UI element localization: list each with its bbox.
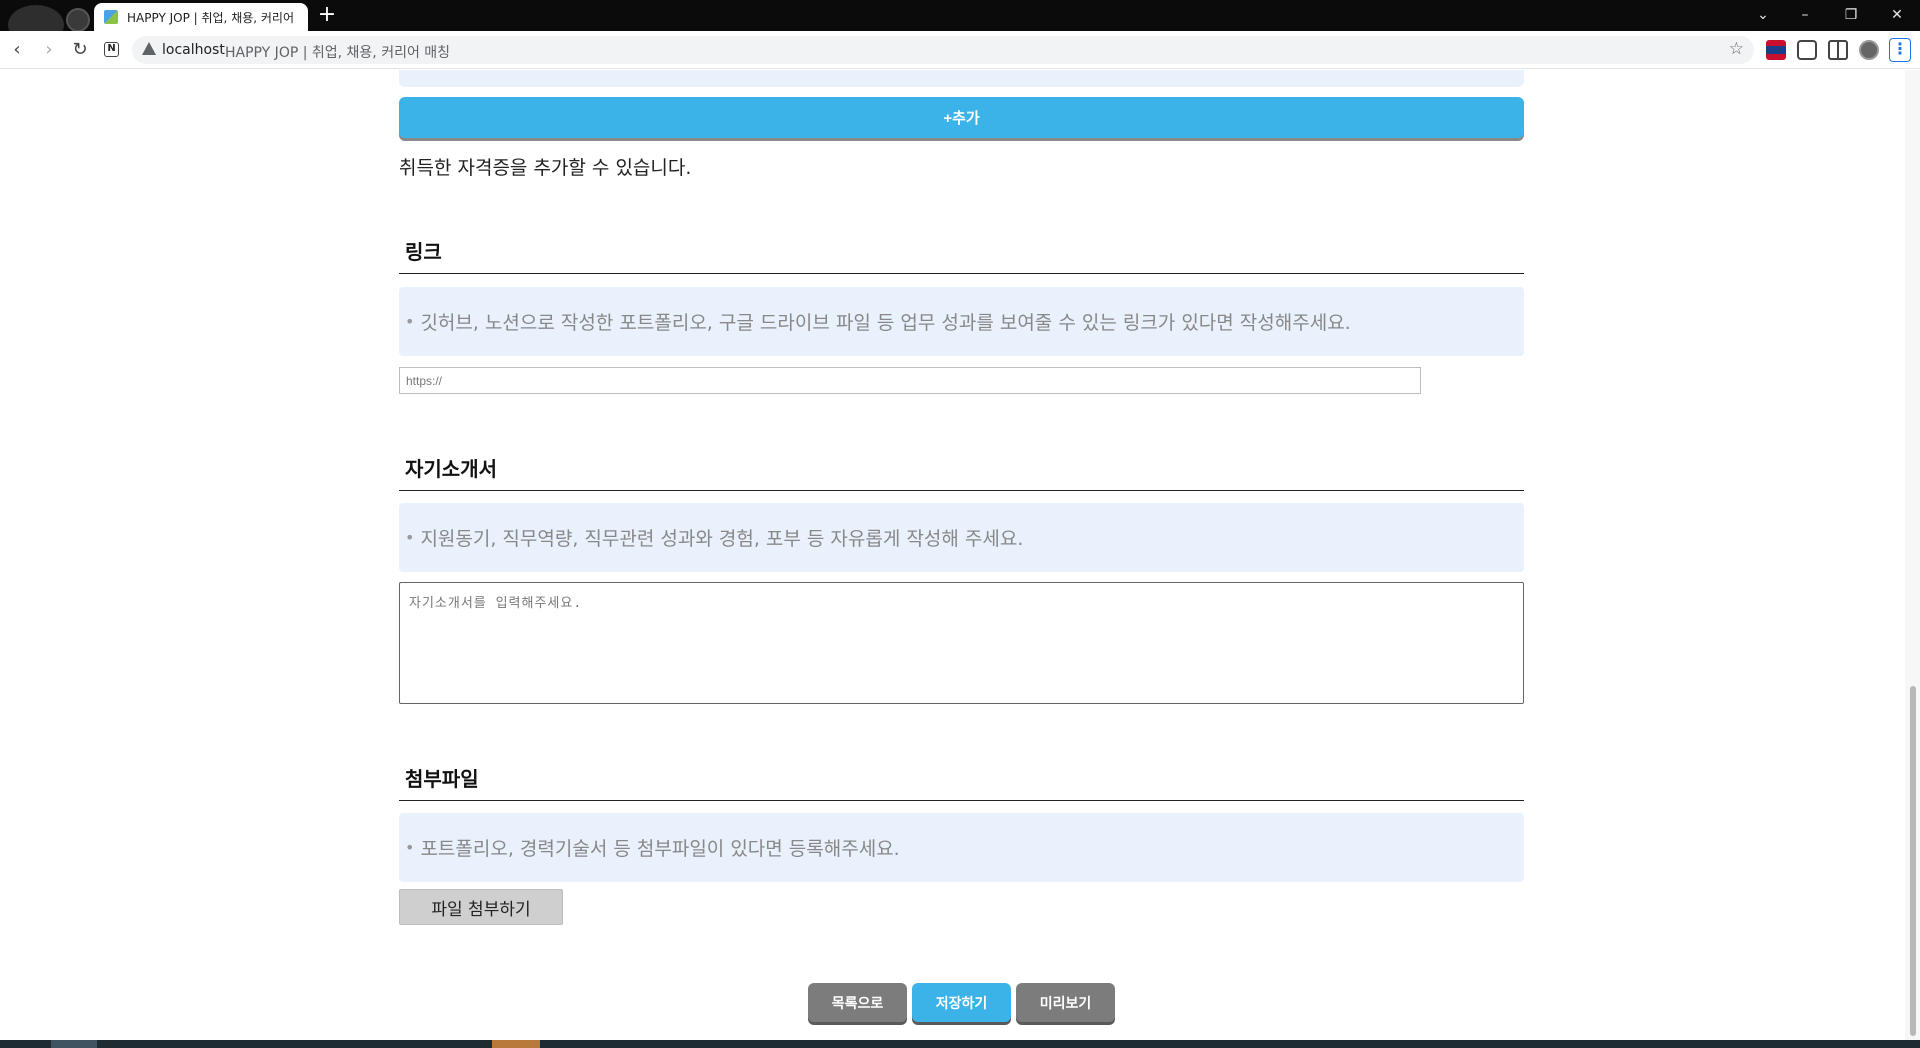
tab-title: HAPPY JOP | 취업, 채용, 커리어 [127,10,295,25]
extension-n-icon[interactable]: N [104,42,119,57]
profile-avatar-icon[interactable] [1859,40,1879,60]
address-page-title: HAPPY JOP | 취업, 채용, 커리어 매칭 [225,45,451,61]
address-bar[interactable]: localhost HAPPY JOP | 취업, 채용, 커리어 매칭 ☆ [132,36,1754,64]
link-guide-box: • 깃허브, 노션으로 작성한 포트폴리오, 구글 드라이브 파일 등 업무 성… [399,287,1524,356]
resume-form-page: +추가 취득한 자격증을 추가할 수 있습니다. 링크 • 깃허브, 노션으로 … [0,70,1920,1040]
os-taskbar [0,1040,1920,1048]
bookmark-star-icon[interactable]: ☆ [1729,39,1744,59]
back-arrow-icon[interactable]: ‹ [5,38,29,62]
taskbar-app[interactable] [51,1040,97,1048]
link-section-title: 링크 [399,237,1524,274]
side-panel-icon[interactable] [1828,40,1848,60]
browser-menu-icon[interactable]: ⋮ [1889,38,1911,62]
new-tab-button[interactable]: + [316,4,338,26]
attachment-guide-text: 포트폴리오, 경력기술서 등 첨부파일이 있다면 등록해주세요. [420,838,900,860]
save-button[interactable]: 저장하기 [912,983,1011,1022]
address-host: localhost [162,42,225,58]
screenshot-extension-icon[interactable] [1797,40,1817,60]
back-to-list-button[interactable]: 목록으로 [808,983,907,1022]
bullet-icon: • [405,528,415,547]
browser-toolbar: ‹ › ↻ N localhost HAPPY JOP | 취업, 채용, 커리… [0,31,1920,69]
add-certificate-button[interactable]: +추가 [399,97,1524,138]
taskbar-app[interactable] [492,1040,540,1048]
restore-button[interactable]: ❐ [1828,0,1874,31]
intro-guide-text: 지원동기, 직무역량, 직무관련 성과와 경험, 포부 등 자유롭게 작성해 주… [420,528,1024,550]
not-secure-warning-icon[interactable] [142,42,156,55]
intro-guide-box: • 지원동기, 직무역량, 직무관련 성과와 경험, 포부 등 자유롭게 작성해… [399,503,1524,572]
reload-icon[interactable]: ↻ [68,38,92,62]
browser-tab-bar: HAPPY JOP | 취업, 채용, 커리어 + ⌄ – ❐ ✕ [0,0,1920,31]
attachment-section-title: 첨부파일 [399,764,1524,801]
certificate-note: 취득한 자격증을 추가할 수 있습니다. [399,157,692,179]
tab-search-icon[interactable]: ⌄ [1740,0,1786,31]
forward-arrow-icon[interactable]: › [37,38,61,62]
close-window-button[interactable]: ✕ [1874,0,1920,31]
intro-section-title: 자기소개서 [399,454,1524,491]
attach-file-button[interactable]: 파일 첨부하기 [399,889,563,925]
site-favicon-icon [104,10,118,24]
bullet-icon: • [405,312,415,331]
scrollbar-thumb[interactable] [1910,686,1916,1036]
previous-section-box [399,70,1524,87]
self-introduction-textarea[interactable] [399,582,1524,704]
attachment-guide-box: • 포트폴리오, 경력기술서 등 첨부파일이 있다면 등록해주세요. [399,813,1524,882]
bullet-icon: • [405,838,415,857]
flag-extension-icon[interactable] [1766,40,1786,60]
browser-tab-active[interactable]: HAPPY JOP | 취업, 채용, 커리어 [94,3,308,31]
link-url-input[interactable] [399,367,1421,394]
link-guide-text: 깃허브, 노션으로 작성한 포트폴리오, 구글 드라이브 파일 등 업무 성과를… [420,312,1351,334]
preview-button[interactable]: 미리보기 [1016,983,1115,1022]
profile-decoration [4,3,92,31]
minimize-button[interactable]: – [1782,0,1828,31]
